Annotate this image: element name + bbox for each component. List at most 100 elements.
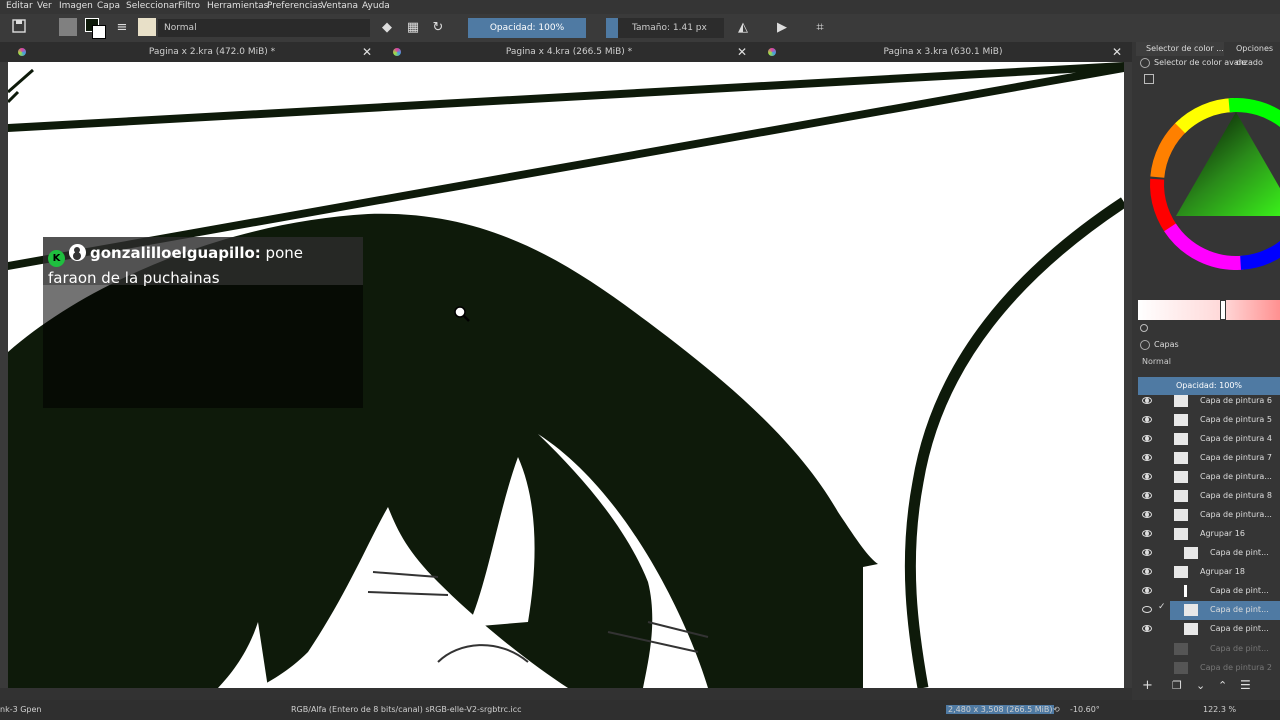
blend-mode-select[interactable]: Normal xyxy=(158,19,370,37)
layer-row[interactable]: Capa de pintura 7 xyxy=(1138,449,1280,468)
tab-pagina-3[interactable]: Pagina x 3.kra (630.1 MiB) ✕ xyxy=(768,42,1128,62)
tab-pagina-2[interactable]: Pagina x 2.kra (472.0 MiB) * ✕ xyxy=(18,42,378,62)
layer-row[interactable]: Capa de pint... xyxy=(1138,620,1280,639)
layer-name: Capa de pintura 4 xyxy=(1200,434,1272,443)
eye-icon[interactable] xyxy=(1142,397,1152,404)
layer-group-row[interactable]: Agrupar 16 xyxy=(1138,525,1280,544)
alpha-lock-icon[interactable]: ▦ xyxy=(404,19,422,37)
layer-row[interactable]: Capa de pint... xyxy=(1138,544,1280,563)
layer-toolbar: + ❐ ⌄ ⌃ ☰ xyxy=(1138,678,1280,696)
layer-row[interactable]: Capa de pintura 6 xyxy=(1138,392,1280,411)
size-label: Tamaño: 1.41 px xyxy=(632,23,707,33)
layer-row-selected[interactable]: Capa de pint... xyxy=(1170,601,1280,620)
panel-float-icon[interactable] xyxy=(1140,340,1150,350)
menu-capa[interactable]: Capa xyxy=(97,1,120,11)
layer-properties-icon[interactable]: ☰ xyxy=(1240,678,1251,692)
layer-thumbnail xyxy=(1174,395,1188,407)
menu-ventana[interactable]: Ventana xyxy=(321,1,358,11)
reload-preset-icon[interactable]: ↻ xyxy=(429,19,447,37)
crop-icon[interactable]: ⌗ xyxy=(811,19,829,37)
eye-icon[interactable] xyxy=(1142,454,1152,461)
color-settings-icon[interactable] xyxy=(1144,74,1154,84)
close-icon[interactable]: ✕ xyxy=(1112,42,1122,62)
layer-row[interactable]: Capa de pint... xyxy=(1138,582,1280,601)
layer-name: Capa de pintura 5 xyxy=(1200,415,1272,424)
canvas-right-edge xyxy=(1124,62,1132,688)
mirror-horizontal-icon[interactable]: ◭ xyxy=(734,19,752,37)
eye-icon[interactable] xyxy=(1142,435,1152,442)
menu-herramientas[interactable]: Herramientas xyxy=(207,1,268,11)
eye-icon[interactable] xyxy=(1142,492,1152,499)
layer-row-hidden[interactable]: Capa de pintura 2 xyxy=(1138,659,1280,678)
zoom-level[interactable]: 122.3 % xyxy=(1203,705,1236,714)
eye-icon[interactable] xyxy=(1142,473,1152,480)
krita-document-icon xyxy=(393,48,401,56)
layer-name: Capa de pint... xyxy=(1210,586,1269,595)
layer-thumbnail xyxy=(1174,471,1188,483)
eye-icon[interactable] xyxy=(1142,568,1152,575)
menu-editar[interactable]: Editar xyxy=(6,1,33,11)
layer-group-row[interactable]: Agrupar 18 xyxy=(1138,563,1280,582)
eye-icon[interactable] xyxy=(1142,625,1152,632)
tab-tool-options[interactable]: Opciones de xyxy=(1230,42,1280,67)
close-icon[interactable]: ✕ xyxy=(737,42,747,62)
save-icon[interactable] xyxy=(10,19,28,37)
menu-ver[interactable]: Ver xyxy=(37,1,52,11)
brush-preset-thumbnail[interactable] xyxy=(138,18,156,36)
menu-filtro[interactable]: Filtro xyxy=(178,1,200,11)
add-layer-icon[interactable]: + xyxy=(1142,678,1153,693)
move-up-icon[interactable]: ⌃ xyxy=(1218,679,1227,692)
tab-pagina-4[interactable]: Pagina x 4.kra (266.5 MiB) * ✕ xyxy=(393,42,753,62)
layer-thumbnail xyxy=(1174,452,1188,464)
eye-icon[interactable] xyxy=(1142,511,1152,518)
image-dimensions: 2,480 x 3,508 (266.5 MiB) xyxy=(946,705,1055,714)
eye-icon[interactable] xyxy=(1142,587,1152,594)
layer-name: Capa de pintura 7 xyxy=(1200,453,1272,462)
close-icon[interactable]: ✕ xyxy=(362,42,372,62)
layer-row[interactable]: Capa de pintura 8 xyxy=(1138,487,1280,506)
size-slider[interactable]: Tamaño: 1.41 px xyxy=(606,18,724,38)
krita-document-icon xyxy=(18,48,26,56)
menu-bar: Editar Ver Imagen Capa Seleccionar Filtr… xyxy=(0,0,1280,14)
opacity-slider[interactable]: Opacidad: 100% xyxy=(468,18,586,38)
layer-name: Agrupar 16 xyxy=(1200,529,1245,538)
eye-icon[interactable] xyxy=(1142,530,1152,537)
layer-row[interactable]: Capa de pintura 4 xyxy=(1138,430,1280,449)
eraser-icon[interactable]: ◆ xyxy=(378,19,396,37)
fg-bg-color-swatch[interactable] xyxy=(85,18,106,39)
layer-thumbnail xyxy=(1174,490,1188,502)
reset-color-icon[interactable] xyxy=(1140,324,1148,332)
layer-thumbnail xyxy=(1184,547,1198,559)
panel-float-icon[interactable] xyxy=(1140,58,1150,68)
menu-seleccionar[interactable]: Seleccionar xyxy=(126,1,178,11)
layer-name: Capa de pint... xyxy=(1210,644,1269,653)
pattern-swatch[interactable] xyxy=(59,18,77,36)
chat-username: gonzalilloelguapillo: xyxy=(90,244,261,262)
menu-imagen[interactable]: Imagen xyxy=(59,1,93,11)
mirror-vertical-icon[interactable]: ▶ xyxy=(773,19,791,37)
color-wheel[interactable] xyxy=(1138,97,1280,271)
menu-ayuda[interactable]: Ayuda xyxy=(362,1,390,11)
layer-row-hidden[interactable]: Capa de pint... xyxy=(1138,640,1280,659)
rotation-value[interactable]: -10.60° xyxy=(1070,705,1100,714)
krita-document-icon xyxy=(768,48,776,56)
move-down-icon[interactable]: ⌄ xyxy=(1196,679,1205,692)
eye-icon[interactable] xyxy=(1142,549,1152,556)
checkmark-icon[interactable]: ✓ xyxy=(1158,602,1166,612)
eye-icon[interactable] xyxy=(1142,606,1152,613)
brush-presets-icon[interactable]: ≡ xyxy=(113,19,131,37)
duplicate-layer-icon[interactable]: ❐ xyxy=(1172,679,1182,692)
layer-row[interactable]: Capa de pintura... xyxy=(1138,506,1280,525)
layer-thumbnail xyxy=(1174,414,1188,426)
layer-blend-mode-select[interactable]: Normal xyxy=(1138,354,1280,370)
color-slider[interactable] xyxy=(1138,300,1280,320)
eye-icon[interactable] xyxy=(1142,416,1152,423)
layer-row[interactable]: Capa de pintura... xyxy=(1138,468,1280,487)
menu-preferencias[interactable]: Preferencias xyxy=(267,1,322,11)
layer-name: Agrupar 18 xyxy=(1200,567,1245,576)
rotation-icon[interactable]: ⟲ xyxy=(1053,705,1060,714)
layer-row[interactable]: Capa de pintura 5 xyxy=(1138,411,1280,430)
status-bar: nk-3 Gpen RGB/Alfa (Entero de 8 bits/can… xyxy=(0,700,1280,720)
user-icon xyxy=(69,244,86,261)
tab-color-selector[interactable]: Selector de color ... xyxy=(1136,42,1224,56)
